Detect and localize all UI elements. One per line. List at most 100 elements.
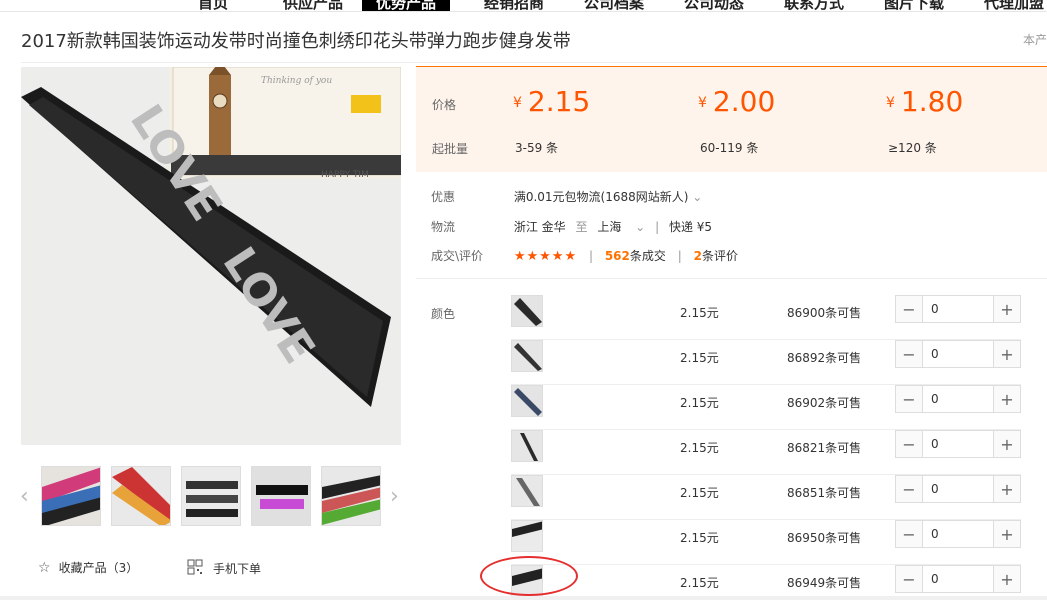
sku-swatch[interactable] <box>511 295 543 327</box>
quantity-input[interactable]: 0 <box>923 296 993 322</box>
thumbnail[interactable] <box>251 466 311 526</box>
nav-item-featured[interactable]: 优势产品 <box>362 0 451 11</box>
sku-stock: 86949条可售 <box>787 576 862 590</box>
minus-icon[interactable]: − <box>896 296 923 322</box>
sku-row: 2.15元 86900条可售 −0 + <box>511 295 1021 340</box>
sku-stock: 86950条可售 <box>787 531 862 545</box>
rating-stars-icon: ★★★★★ <box>513 249 578 264</box>
highlight-annotation <box>480 556 578 596</box>
separator: | <box>588 249 593 263</box>
thumbnail[interactable] <box>321 466 381 526</box>
sku-swatch[interactable] <box>511 520 543 552</box>
sku-price: 2.15元 <box>680 396 719 410</box>
sku-swatch[interactable] <box>511 385 543 417</box>
nav-item-home[interactable]: 首页 <box>198 0 228 11</box>
qrcode-icon <box>187 559 203 578</box>
sku-row: 2.15元 86821条可售 −0 + <box>511 430 1021 475</box>
plus-icon[interactable]: + <box>993 296 1020 322</box>
sku-row: 2.15元 86949条可售 −0 + <box>511 565 1021 600</box>
quantity-input[interactable]: 0 <box>923 341 993 367</box>
sku-stock: 86892条可售 <box>787 351 862 365</box>
sku-price: 2.15元 <box>680 576 719 590</box>
divider <box>21 62 1047 63</box>
quantity-stepper: −0 + <box>895 565 1021 593</box>
price-tier-3: ¥1.80 <box>886 85 964 118</box>
title-right-text: 本产 <box>1022 33 1047 47</box>
sku-swatch[interactable] <box>511 430 543 462</box>
separator: | <box>655 220 660 234</box>
sku-price: 2.15元 <box>680 306 719 320</box>
logistics-row: 物流 浙江 金华 至 上海 ⌄ | 快递 ¥5 <box>431 218 712 235</box>
price-panel: 价格 起批量 ¥2.15 ¥2.00 ¥1.80 3-59 条 60-119 条… <box>416 66 1047 172</box>
plus-icon[interactable]: + <box>993 476 1020 502</box>
quantity-stepper: −0 + <box>895 295 1021 323</box>
promo-label: 优惠 <box>431 190 456 204</box>
product-title: 2017新款韩国装饰运动发带时尚撞色刺绣印花头带弹力跑步健身发带 <box>21 31 571 52</box>
thumb-next-icon[interactable]: › <box>390 484 399 509</box>
nav-item-contact[interactable]: 联系方式 <box>784 0 844 11</box>
main-product-image[interactable]: HAPPY TIM Thinking of you LOVE LOVE <box>21 67 401 445</box>
nav-item-products[interactable]: 供应产品 <box>283 0 343 11</box>
mobile-order-button[interactable]: 手机下单 <box>187 559 261 578</box>
thumbnail[interactable] <box>111 466 171 526</box>
sku-row: 2.15元 86950条可售 −0 + <box>511 520 1021 565</box>
star-outline-icon: ☆ <box>38 559 51 576</box>
thumbnail[interactable] <box>41 466 101 526</box>
sku-price: 2.15元 <box>680 441 719 455</box>
qty-tier-1: 3-59 条 <box>515 141 559 155</box>
plus-icon[interactable]: + <box>993 431 1020 457</box>
nav-item-company[interactable]: 公司档案 <box>584 0 644 11</box>
price-label: 价格 <box>432 98 457 112</box>
nav-item-agents[interactable]: 代理加盟 <box>984 0 1044 11</box>
sku-swatch[interactable] <box>511 340 543 372</box>
sku-row: 2.15元 86851条可售 −0 + <box>511 475 1021 520</box>
plus-icon[interactable]: + <box>993 341 1020 367</box>
minus-icon[interactable]: − <box>896 386 923 412</box>
minus-icon[interactable]: − <box>896 341 923 367</box>
plus-icon[interactable]: + <box>993 566 1020 592</box>
favorite-label: 收藏产品（3） <box>58 561 139 575</box>
quantity-input[interactable]: 0 <box>923 566 993 592</box>
destination-select[interactable]: 上海 <box>597 220 621 234</box>
minus-icon[interactable]: − <box>896 431 923 457</box>
divider <box>416 278 1047 279</box>
reviews-link[interactable]: 2条评价 <box>694 249 738 263</box>
logistics-label: 物流 <box>431 220 456 234</box>
sku-swatch[interactable] <box>511 475 543 507</box>
minus-icon[interactable]: − <box>896 476 923 502</box>
quantity-input[interactable]: 0 <box>923 476 993 502</box>
shipping-fee: 快递 ¥5 <box>668 220 713 234</box>
color-label: 颜色 <box>431 307 456 321</box>
promo-row: 优惠 满0.01元包物流(1688网站新人) ⌄ <box>431 188 702 205</box>
minus-icon[interactable]: − <box>896 566 923 592</box>
deals-link[interactable]: 562条成交 <box>605 249 666 263</box>
sku-price: 2.15元 <box>680 351 719 365</box>
quantity-input[interactable]: 0 <box>923 431 993 457</box>
chevron-down-icon[interactable]: ⌄ <box>635 220 645 234</box>
moq-label: 起批量 <box>432 142 469 156</box>
nav-item-downloads[interactable]: 图片下载 <box>884 0 944 11</box>
bottom-scrollbar[interactable] <box>0 596 1047 600</box>
qty-tier-2: 60-119 条 <box>700 141 759 155</box>
card-text-thinking: Thinking of you <box>261 76 332 86</box>
sku-stock: 86821条可售 <box>787 441 862 455</box>
top-nav: 首页 供应产品 优势产品 经销招商 公司档案 公司动态 联系方式 图片下载 代理… <box>0 0 1047 12</box>
plus-icon[interactable]: + <box>993 521 1020 547</box>
deals-row: 成交\评价 ★★★★★ | 562条成交 | 2条评价 <box>431 247 738 264</box>
quantity-stepper: −0 + <box>895 385 1021 413</box>
sku-stock: 86900条可售 <box>787 306 862 320</box>
nav-item-dealers[interactable]: 经销招商 <box>484 0 544 11</box>
minus-icon[interactable]: − <box>896 521 923 547</box>
price-tier-1: ¥2.15 <box>513 85 591 118</box>
plus-icon[interactable]: + <box>993 386 1020 412</box>
chevron-down-icon[interactable]: ⌄ <box>692 190 702 204</box>
promo-text[interactable]: 满0.01元包物流(1688网站新人) <box>514 190 689 204</box>
card-text-happy: HAPPY TIM <box>321 170 369 180</box>
quantity-stepper: −0 + <box>895 520 1021 548</box>
thumbnail[interactable] <box>181 466 241 526</box>
favorite-button[interactable]: ☆ 收藏产品（3） <box>38 559 138 576</box>
quantity-input[interactable]: 0 <box>923 386 993 412</box>
nav-item-news[interactable]: 公司动态 <box>684 0 744 11</box>
thumb-prev-icon[interactable]: ‹ <box>20 484 29 509</box>
quantity-input[interactable]: 0 <box>923 521 993 547</box>
